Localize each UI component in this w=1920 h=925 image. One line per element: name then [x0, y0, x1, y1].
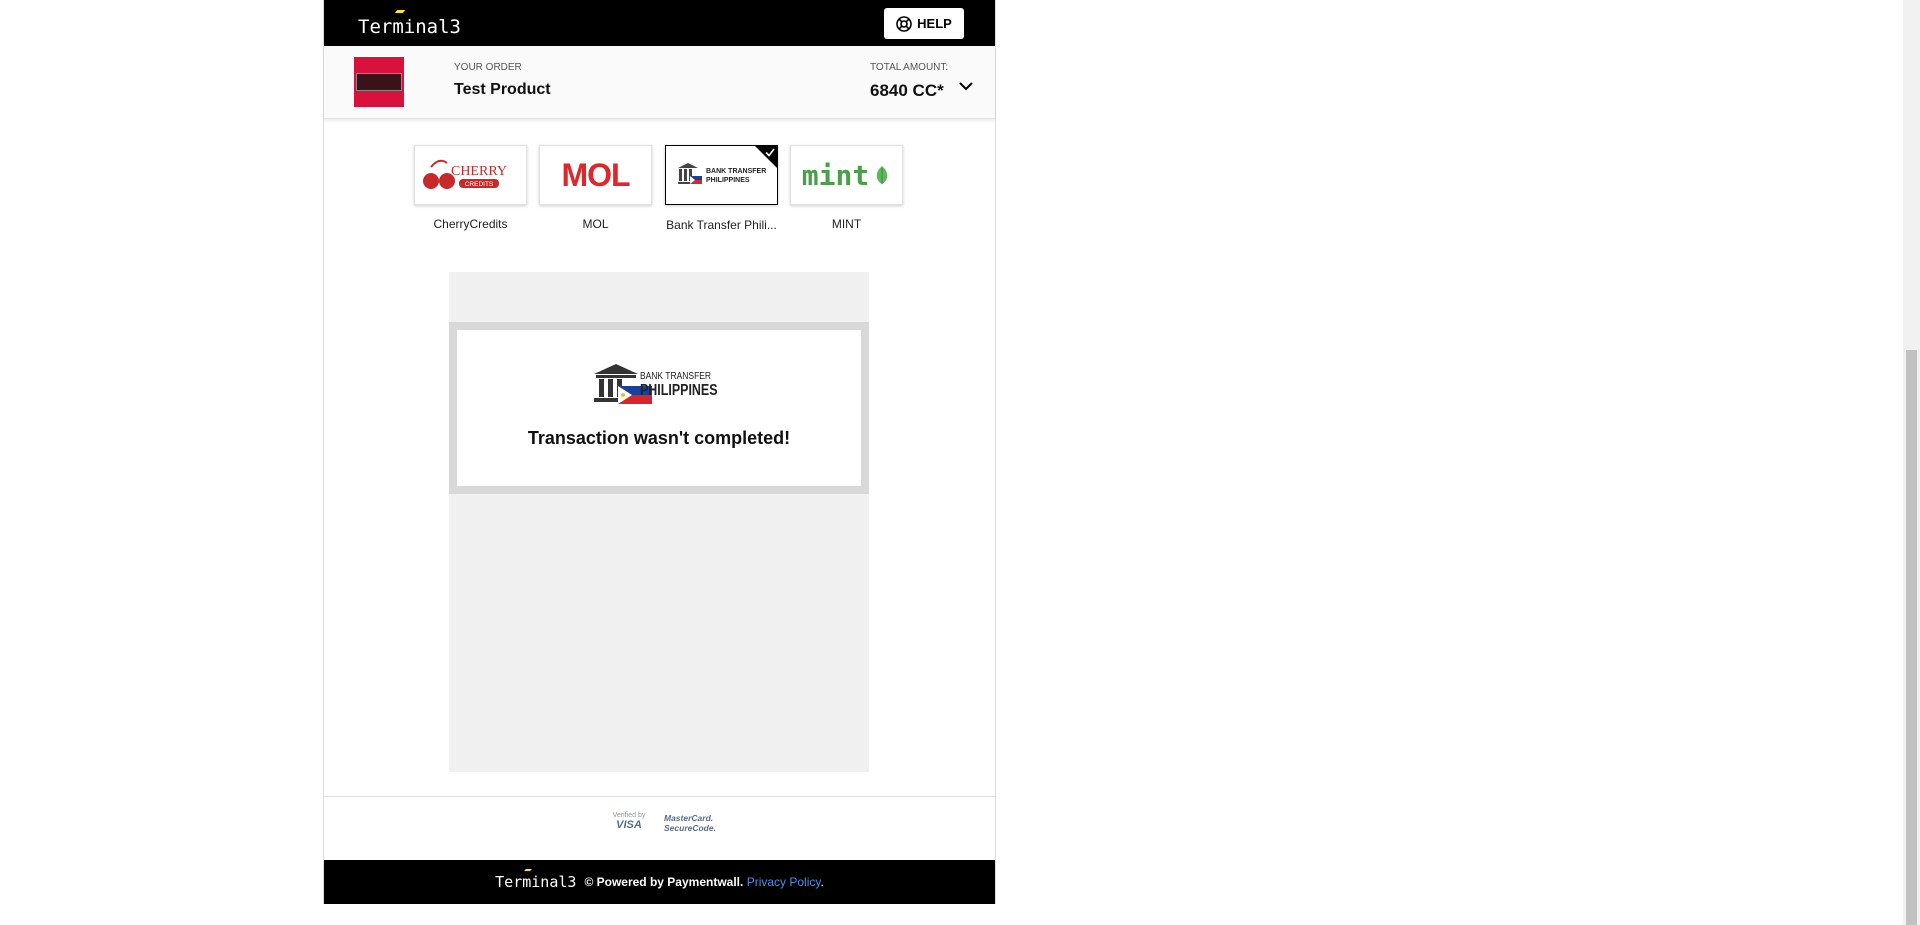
frame-logo-line2: PHILIPPINES [640, 382, 718, 400]
mol-logo: MOL [561, 156, 630, 193]
scrollbar-thumb[interactable] [1906, 350, 1917, 925]
help-button-label: HELP [917, 16, 952, 31]
method-cherrycredits[interactable]: CHERRY CREDITS CherryCredits [414, 145, 527, 231]
footer-trailing-dot: . [820, 875, 824, 889]
method-mol[interactable]: MOL MOL [539, 145, 652, 231]
lifebuoy-icon [896, 15, 912, 32]
method-mint[interactable]: mint MINT [790, 145, 903, 231]
verified-by-visa-badge: Verified by VISA [604, 812, 654, 831]
brand-logo-text: Terminal3 [358, 16, 461, 38]
payment-method-list: CHERRY CREDITS CherryCredits MOL MOL BAN… [324, 145, 995, 235]
visa-badge-bottom: VISA [616, 819, 642, 831]
bank-transfer-philippines-logo: BANK TRANSFER PHILIPPINES [594, 364, 718, 404]
method-bank-transfer-philippines[interactable]: BANK TRANSFER PHILIPPINES Bank Transfer … [665, 145, 778, 232]
brand-logo: Terminal3 [358, 10, 461, 38]
top-bar: Terminal3 HELP [324, 0, 995, 46]
frame-logo-line1: BANK TRANSFER [640, 370, 711, 381]
privacy-policy-link[interactable]: Privacy Policy [747, 875, 821, 889]
bank-transfer-card[interactable]: BANK TRANSFER PHILIPPINES [665, 145, 778, 205]
leaf-icon [876, 166, 888, 184]
page-scrollbar[interactable] [1903, 0, 1920, 925]
powered-by-text: © Powered by Paymentwall. [584, 875, 744, 889]
mint-card[interactable]: mint [790, 145, 903, 205]
transaction-message-inner: BANK TRANSFER PHILIPPINES Transaction wa… [457, 330, 861, 486]
help-button[interactable]: HELP [884, 8, 964, 39]
logo-mark [524, 869, 532, 871]
total-amount-value: 6840 CC* [870, 81, 944, 100]
method-label: CherryCredits [433, 217, 508, 231]
your-order-label: YOUR ORDER [454, 62, 522, 73]
mc-badge-bottom: SecureCode. [664, 823, 716, 833]
bank-logo-line2: PHILIPPINES [706, 177, 750, 184]
chevron-down-icon[interactable] [956, 76, 976, 96]
order-summary: YOUR ORDER Test Product TOTAL AMOUNT: 68… [324, 46, 995, 119]
bank-logo-line1: BANK TRANSFER [706, 168, 766, 175]
cherrycredits-logo: CHERRY CREDITS [422, 159, 507, 189]
method-label: MOL [582, 217, 609, 231]
footer-divider [324, 796, 995, 797]
product-name: Test Product [454, 81, 551, 98]
logo-mark [394, 10, 406, 13]
transaction-status-message: Transaction wasn't completed! [527, 428, 791, 448]
total-amount-label: TOTAL AMOUNT: [870, 62, 949, 73]
mint-logo: mint [801, 158, 870, 192]
payment-frame: BANK TRANSFER PHILIPPINES Transaction wa… [449, 272, 869, 772]
product-thumbnail [354, 57, 404, 107]
method-label: Bank Transfer Phili... [666, 218, 777, 232]
mol-card[interactable]: MOL [539, 145, 652, 205]
checkmark-icon [765, 148, 775, 157]
visa-badge-top: Verified by [612, 812, 646, 819]
transaction-message-box: BANK TRANSFER PHILIPPINES Transaction wa… [449, 322, 869, 494]
mc-badge-top: MasterCard. [664, 813, 714, 823]
mastercard-securecode-badge: MasterCard. SecureCode. [664, 813, 724, 833]
footer-bar: Terminal3 © Powered by Paymentwall. Priv… [324, 860, 995, 904]
method-label: MINT [831, 217, 862, 231]
cherry-logo-sub: CREDITS [464, 181, 493, 188]
payment-widget: Terminal3 HELP YOUR ORDER Test Product T… [323, 0, 996, 904]
footer-brand-logo: Terminal3 [495, 869, 577, 891]
cherrycredits-card[interactable]: CHERRY CREDITS [414, 145, 527, 205]
footer-brand-text: Terminal3 [495, 873, 577, 891]
cherry-logo-text: CHERRY [450, 164, 506, 179]
